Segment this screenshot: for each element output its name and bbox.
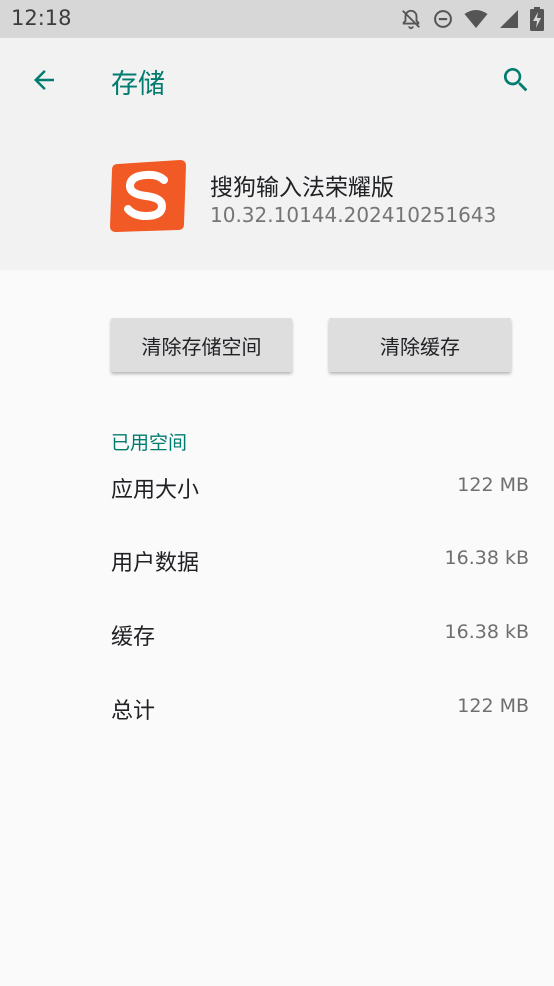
storage-row-value: 16.38 kB [444,621,529,643]
storage-row-app-size: 应用大小 122 MB [111,466,529,506]
storage-row-value: 122 MB [457,695,529,717]
storage-row-user-data: 用户数据 16.38 kB [111,539,529,579]
status-icons [400,7,544,31]
storage-row-value: 122 MB [457,474,529,496]
storage-row-cache: 缓存 16.38 kB [111,613,529,653]
back-button[interactable] [24,62,64,102]
status-time: 12:18 [11,6,72,30]
clear-storage-button[interactable]: 清除存储空间 [111,318,292,372]
search-button[interactable] [496,62,536,102]
do-not-disturb-icon [433,9,453,29]
status-bar: 12:18 [0,0,554,38]
app-version: 10.32.10144.202410251643 [210,203,497,227]
arrow-back-icon [29,65,59,99]
storage-row-value: 16.38 kB [444,547,529,569]
signal-icon [499,9,519,29]
wifi-icon [464,9,488,29]
notifications-off-icon [400,8,422,30]
sogou-s-icon [108,158,188,234]
used-space-header: 已用空间 [111,432,188,454]
storage-row-label: 应用大小 [111,478,200,503]
app-name: 搜狗输入法荣耀版 [210,175,394,201]
storage-row-total: 总计 122 MB [111,687,529,727]
page-title: 存储 [111,69,165,100]
storage-row-label: 总计 [111,699,156,724]
storage-row-label: 缓存 [111,625,156,650]
clear-cache-button[interactable]: 清除缓存 [329,318,511,372]
app-header: 存储 搜狗输入法荣耀版 10.32.10144.202410251643 [0,38,554,270]
search-icon [500,64,532,100]
storage-row-label: 用户数据 [111,551,200,576]
battery-charging-icon [530,7,544,31]
